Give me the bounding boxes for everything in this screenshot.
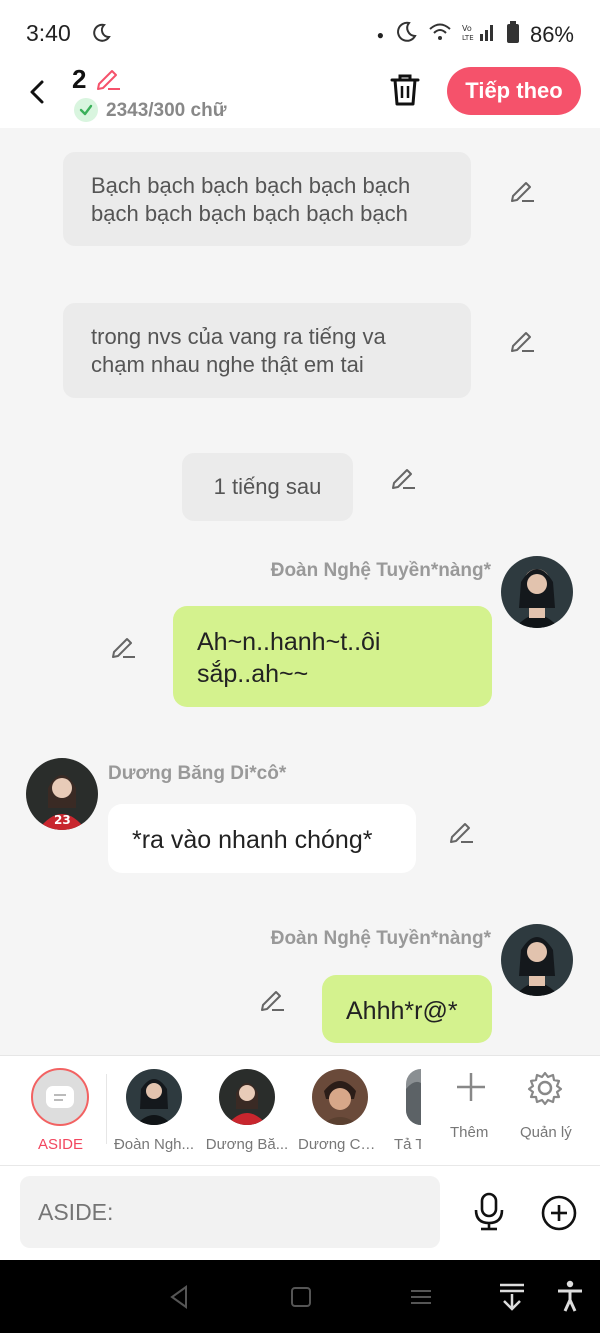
dnd-moon-icon [394, 20, 418, 50]
character-avatar[interactable] [406, 1069, 421, 1125]
message-text: Ahhh*r@* [346, 997, 458, 1025]
svg-text:23: 23 [54, 813, 71, 827]
nav-recents-icon[interactable] [408, 1284, 434, 1310]
narration-block[interactable]: 1 tiếng sau [182, 453, 353, 521]
battery-level: 86% [529, 22, 574, 47]
character-avatar[interactable] [219, 1069, 275, 1125]
edit-pencil-icon[interactable] [447, 817, 475, 845]
chapter-number: 2 [72, 64, 87, 94]
wifi-icon [428, 22, 452, 48]
message-text: *ra vào nhanh chóng* [132, 826, 373, 854]
character-avatar[interactable] [126, 1069, 182, 1125]
moon-star-icon [90, 22, 112, 49]
message-text: Ah~n..hanh~t..ôi sắp..ah~~ [197, 628, 381, 688]
character-avatar[interactable] [312, 1069, 368, 1125]
character-name: Dương Bă... [205, 1136, 289, 1153]
back-button[interactable] [22, 72, 54, 112]
narration-text: trong nvs của vang ra tiếng va chạm nhau… [91, 324, 386, 377]
status-bar: 3:40 ● Vo LTE 86% [0, 0, 600, 64]
dot-icon: ● [376, 28, 384, 42]
add-character-label[interactable]: Thêm [450, 1124, 488, 1141]
character-name: Đoàn Ngh... [113, 1136, 195, 1153]
edit-pencil-icon[interactable] [508, 176, 536, 204]
svg-text:Vo: Vo [462, 24, 472, 33]
manage-label[interactable]: Quản lý [520, 1124, 572, 1141]
character-name: Tả T [394, 1136, 421, 1153]
narration-text: Bạch bạch bạch bạch bạch bạch bạch bạch … [91, 173, 411, 226]
avatar[interactable] [501, 556, 573, 628]
trash-icon[interactable] [388, 72, 422, 108]
check-circle-icon [74, 98, 98, 122]
input-bar [0, 1165, 600, 1260]
system-nav-bar [0, 1260, 600, 1333]
word-count: 2343/300 chữ [106, 100, 227, 121]
message-input[interactable] [20, 1176, 440, 1248]
gear-icon[interactable] [527, 1070, 563, 1106]
edit-pencil-icon[interactable] [109, 632, 137, 660]
accessibility-icon[interactable] [556, 1280, 584, 1312]
edit-title-pencil-icon[interactable] [94, 64, 122, 92]
collapse-arrow-icon[interactable] [498, 1282, 526, 1312]
plus-icon[interactable] [454, 1070, 488, 1104]
add-circle-icon[interactable] [540, 1194, 578, 1232]
speaker-name: Dương Băng Di*cô* [108, 763, 287, 784]
edit-pencil-icon[interactable] [389, 463, 417, 491]
signal-icon: Vo LTE [462, 22, 496, 48]
speaker-name: Đoàn Nghệ Tuyền*nàng* [270, 560, 491, 581]
nav-home-icon[interactable] [288, 1284, 314, 1310]
narration-block[interactable]: Bạch bạch bạch bạch bạch bạch bạch bạch … [63, 152, 471, 246]
message-bubble[interactable]: Ahhh*r@* [322, 975, 492, 1043]
edit-pencil-icon[interactable] [258, 985, 286, 1013]
divider [106, 1074, 107, 1144]
character-bar: ASIDE Đoàn Ngh... Dương Bă... Dương Chí.… [0, 1055, 600, 1165]
speaker-name: Đoàn Nghệ Tuyền*nàng* [270, 928, 491, 949]
status-time: 3:40 [26, 20, 71, 46]
narration-text: 1 tiếng sau [213, 474, 322, 499]
avatar[interactable]: 23 [26, 758, 98, 830]
nav-back-icon[interactable] [166, 1284, 192, 1310]
svg-text:LTE: LTE [462, 34, 474, 42]
aside-button[interactable] [31, 1068, 89, 1126]
microphone-icon[interactable] [472, 1192, 506, 1232]
character-name: Dương Chí... [298, 1136, 382, 1153]
avatar[interactable] [501, 924, 573, 996]
next-button[interactable]: Tiếp theo [447, 67, 581, 115]
battery-icon [506, 21, 520, 49]
editor-header: 2 2343/300 chữ Tiếp theo [0, 64, 600, 128]
aside-label: ASIDE [38, 1136, 84, 1153]
status-icons: ● Vo LTE 86% [377, 20, 574, 50]
edit-pencil-icon[interactable] [508, 326, 536, 354]
message-bubble[interactable]: Ah~n..hanh~t..ôi sắp..ah~~ [173, 606, 492, 707]
narration-block[interactable]: trong nvs của vang ra tiếng va chạm nhau… [63, 303, 471, 398]
message-bubble[interactable]: *ra vào nhanh chóng* [108, 804, 416, 873]
